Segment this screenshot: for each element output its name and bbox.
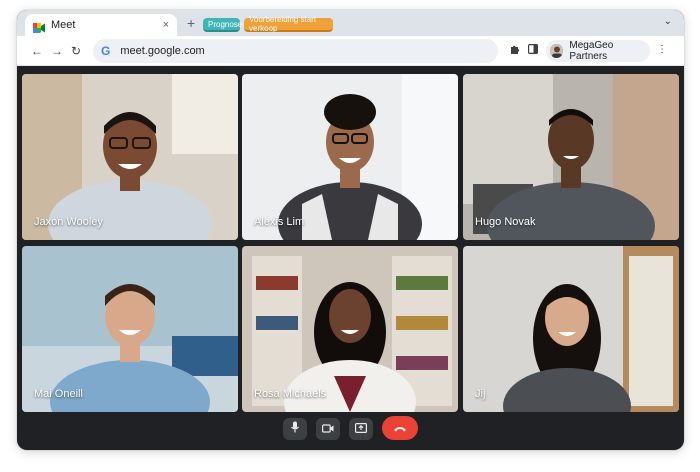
participant-tile[interactable]: Alexis Lim: [242, 74, 458, 240]
browser-window: Meet × + Prognose Voorbereiding start ve…: [17, 10, 684, 450]
participant-tile[interactable]: Mai Oneill: [22, 246, 238, 412]
tab-search-icon[interactable]: ⌄: [664, 16, 672, 27]
more-menu-icon[interactable]: ⋮: [657, 44, 667, 55]
participant-tile[interactable]: Jij: [463, 246, 679, 412]
participant-name: Hugo Novak: [475, 216, 536, 228]
participant-tile[interactable]: Rosa Michaels: [242, 246, 458, 412]
participant-name: Alexis Lim: [254, 216, 305, 228]
microphone-icon: [290, 420, 300, 438]
participant-tile[interactable]: Hugo Novak: [463, 74, 679, 240]
tab-meet[interactable]: Meet ×: [25, 14, 177, 36]
url-text[interactable]: meet.google.com: [120, 45, 204, 57]
side-panel-icon[interactable]: [528, 44, 539, 57]
participant-name: Rosa Michaels: [254, 388, 327, 400]
back-button[interactable]: ←: [31, 43, 43, 59]
present-button[interactable]: [349, 418, 373, 440]
profile-button[interactable]: MegaGeo Partners: [546, 40, 650, 62]
profile-name: MegaGeo Partners: [569, 40, 614, 62]
tab-group-prognose[interactable]: Prognose: [203, 18, 242, 32]
participant-name: Mai Oneill: [34, 388, 83, 400]
google-icon: G: [101, 44, 111, 58]
close-icon[interactable]: ×: [163, 19, 169, 31]
participant-name: Jaxon Wooley: [34, 216, 103, 228]
camera-icon: [322, 420, 334, 438]
participant-tile[interactable]: Jaxon Wooley: [22, 74, 238, 240]
new-tab-button[interactable]: +: [187, 15, 195, 31]
browser-toolbar: ← → ↻ G meet.google.com MegaGeo Partners…: [17, 36, 684, 66]
microphone-button[interactable]: [283, 418, 307, 440]
tab-strip: Meet × + Prognose Voorbereiding start ve…: [17, 10, 684, 36]
present-screen-icon: [355, 420, 368, 438]
leave-call-button[interactable]: [382, 416, 418, 440]
reload-button[interactable]: ↻: [71, 43, 81, 59]
puzzle-icon[interactable]: [510, 44, 520, 57]
camera-button[interactable]: [316, 418, 340, 440]
hang-up-icon: [393, 419, 407, 437]
google-meet-icon: [33, 20, 45, 33]
tab-title: Meet: [51, 19, 76, 31]
participant-name: Jij: [475, 388, 486, 400]
tab-group-voorbereiding[interactable]: Voorbereiding start verkoop: [244, 15, 333, 33]
forward-button[interactable]: →: [51, 43, 63, 59]
address-bar[interactable]: G meet.google.com: [93, 39, 498, 63]
avatar: [550, 44, 564, 58]
